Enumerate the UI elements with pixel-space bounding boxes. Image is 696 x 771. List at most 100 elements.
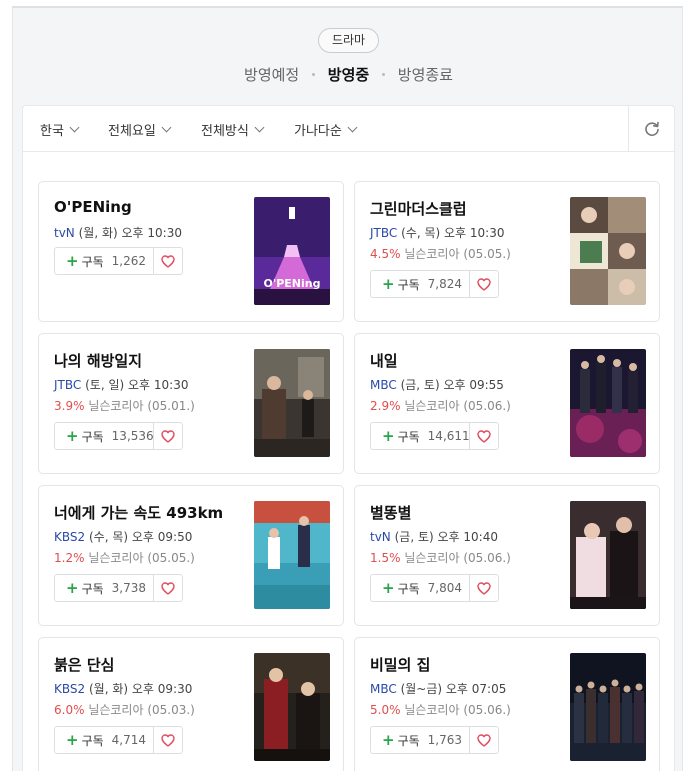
chevron-down-icon bbox=[69, 122, 80, 133]
drama-card[interactable]: 너에게 가는 속도 493km KBS2 (수, 목) 오후 09:50 1.2% … bbox=[38, 485, 344, 626]
subscribe-button[interactable]: + 구독 3,738 bbox=[55, 575, 154, 601]
subscriber-count: 1,763 bbox=[427, 733, 463, 747]
drama-schedule-widget: 드라마 방영예정 방영중 방영종료 한국 전체요일 전체방식 가나다순 O'PE… bbox=[12, 6, 683, 771]
drama-poster[interactable] bbox=[254, 501, 330, 609]
drama-title[interactable]: 별똥별 bbox=[370, 502, 411, 523]
broadcast-schedule: MBC (금, 토) 오후 09:55 bbox=[370, 376, 504, 393]
like-button[interactable] bbox=[470, 727, 498, 753]
subscribe-button[interactable]: + 구독 7,804 bbox=[371, 575, 470, 601]
subscribe-group: + 구독 7,824 bbox=[370, 270, 499, 298]
drama-card[interactable]: 비밀의 집 MBC (월~금) 오후 07:05 5.0% 닐슨코리아 (05.06… bbox=[354, 637, 660, 771]
heart-icon bbox=[477, 429, 491, 443]
drama-poster[interactable] bbox=[570, 197, 646, 305]
channel-name: MBC bbox=[370, 378, 397, 392]
viewer-rating: 5.0% 닐슨코리아 (05.06.) bbox=[370, 701, 511, 718]
subscribe-button[interactable]: + 구독 1,262 bbox=[55, 248, 154, 274]
like-button[interactable] bbox=[154, 727, 182, 753]
drama-poster[interactable]: O'PENing bbox=[254, 197, 330, 305]
drama-poster[interactable] bbox=[570, 653, 646, 761]
air-time: (토, 일) 오후 10:30 bbox=[81, 378, 189, 392]
subscribe-group: + 구독 14,611 bbox=[370, 422, 499, 450]
viewer-rating: 1.2% 닐슨코리아 (05.05.) bbox=[54, 549, 195, 566]
drama-poster[interactable] bbox=[570, 349, 646, 457]
like-button[interactable] bbox=[470, 423, 498, 449]
viewer-rating: 4.5% 닐슨코리아 (05.05.) bbox=[370, 245, 511, 262]
drama-title[interactable]: 비밀의 집 bbox=[370, 654, 430, 675]
channel-name: JTBC bbox=[54, 378, 82, 392]
subscriber-count: 7,804 bbox=[427, 581, 463, 595]
channel-name: KBS2 bbox=[54, 682, 86, 696]
drama-poster[interactable] bbox=[570, 501, 646, 609]
subscribe-button[interactable]: + 구독 4,714 bbox=[55, 727, 154, 753]
country-filter[interactable]: 한국 bbox=[40, 120, 80, 139]
rating-percent: 5.0% bbox=[370, 703, 401, 717]
like-button[interactable] bbox=[470, 271, 498, 297]
like-button[interactable] bbox=[154, 248, 182, 274]
svg-text:O'PENing: O'PENing bbox=[264, 277, 321, 290]
drama-card[interactable]: 별똥별 tvN (금, 토) 오후 10:40 1.5% 닐슨코리아 (05.06.… bbox=[354, 485, 660, 626]
day-filter[interactable]: 전체요일 bbox=[108, 120, 172, 139]
heart-icon bbox=[161, 254, 175, 268]
tab-airing[interactable]: 방영중 bbox=[328, 64, 369, 85]
rating-source: 닐슨코리아 (05.01.) bbox=[84, 399, 195, 413]
drama-card[interactable]: O'PENing tvN (월, 화) 오후 10:30 + 구독 1,262 O'PEN… bbox=[38, 181, 344, 322]
rating-source: 닐슨코리아 (05.03.) bbox=[84, 703, 195, 717]
country-filter-label: 한국 bbox=[40, 124, 64, 139]
subscribe-group: + 구독 1,763 bbox=[370, 726, 499, 754]
tab-separator bbox=[381, 73, 385, 76]
drama-list-panel: 한국 전체요일 전체방식 가나다순 O'PENing tvN (월, 화) 오후… bbox=[22, 105, 675, 771]
drama-poster[interactable] bbox=[254, 349, 330, 457]
viewer-rating: 3.9% 닐슨코리아 (05.01.) bbox=[54, 397, 195, 414]
drama-title[interactable]: O'PENing bbox=[54, 198, 132, 216]
plus-icon: + bbox=[66, 426, 79, 445]
subscribe-button[interactable]: + 구독 13,536 bbox=[55, 423, 154, 449]
poster-image bbox=[254, 653, 330, 761]
drama-card[interactable]: 붉은 단심 KBS2 (월, 화) 오후 09:30 6.0% 닐슨코리아 (05.… bbox=[38, 637, 344, 771]
air-time: (월, 화) 오후 09:30 bbox=[85, 682, 193, 696]
subscriber-count: 7,824 bbox=[427, 277, 463, 291]
subscribe-button[interactable]: + 구독 14,611 bbox=[371, 423, 470, 449]
heart-icon bbox=[477, 733, 491, 747]
subscriber-count: 4,714 bbox=[111, 733, 147, 747]
air-time: (수, 목) 오후 10:30 bbox=[397, 226, 505, 240]
broadcast-schedule: JTBC (수, 목) 오후 10:30 bbox=[370, 224, 504, 241]
channel-name: KBS2 bbox=[54, 530, 86, 544]
chevron-down-icon bbox=[347, 122, 358, 133]
plus-icon: + bbox=[382, 426, 395, 445]
day-filter-label: 전체요일 bbox=[108, 124, 156, 139]
rating-source: 닐슨코리아 (05.05.) bbox=[400, 247, 511, 261]
drama-title[interactable]: 붉은 단심 bbox=[54, 654, 114, 675]
air-time: (월, 화) 오후 10:30 bbox=[74, 226, 182, 240]
rating-source: 닐슨코리아 (05.06.) bbox=[400, 703, 511, 717]
drama-card[interactable]: 내일 MBC (금, 토) 오후 09:55 2.9% 닐슨코리아 (05.06.)… bbox=[354, 333, 660, 474]
rating-percent: 4.5% bbox=[370, 247, 401, 261]
tab-upcoming[interactable]: 방영예정 bbox=[244, 64, 299, 85]
subscriber-count: 13,536 bbox=[111, 429, 154, 443]
drama-title[interactable]: 그린마더스클럽 bbox=[370, 198, 467, 219]
drama-title[interactable]: 너에게 가는 속도 493km bbox=[54, 502, 223, 523]
like-button[interactable] bbox=[154, 575, 182, 601]
subscribe-label: 구독 bbox=[397, 429, 420, 444]
subscribe-button[interactable]: + 구독 1,763 bbox=[371, 727, 470, 753]
subscriber-count: 3,738 bbox=[111, 581, 147, 595]
like-button[interactable] bbox=[154, 423, 182, 449]
viewer-rating: 2.9% 닐슨코리아 (05.06.) bbox=[370, 397, 511, 414]
refresh-button[interactable] bbox=[628, 106, 674, 152]
drama-title[interactable]: 나의 해방일지 bbox=[54, 350, 142, 371]
like-button[interactable] bbox=[470, 575, 498, 601]
subscribe-label: 구독 bbox=[81, 581, 104, 596]
subscribe-button[interactable]: + 구독 7,824 bbox=[371, 271, 470, 297]
drama-card[interactable]: 나의 해방일지 JTBC (토, 일) 오후 10:30 3.9% 닐슨코리아 (0… bbox=[38, 333, 344, 474]
method-filter[interactable]: 전체방식 bbox=[201, 120, 265, 139]
tab-separator bbox=[312, 73, 316, 76]
plus-icon: + bbox=[66, 578, 79, 597]
tab-ended[interactable]: 방영종료 bbox=[398, 64, 453, 85]
drama-poster[interactable] bbox=[254, 653, 330, 761]
sort-filter[interactable]: 가나다순 bbox=[294, 120, 358, 139]
drama-card[interactable]: 그린마더스클럽 JTBC (수, 목) 오후 10:30 4.5% 닐슨코리아 (0… bbox=[354, 181, 660, 322]
channel-name: MBC bbox=[370, 682, 397, 696]
drama-title[interactable]: 내일 bbox=[370, 350, 398, 371]
rating-percent: 2.9% bbox=[370, 399, 401, 413]
category-badge[interactable]: 드라마 bbox=[318, 28, 379, 53]
status-tabs: 방영예정 방영중 방영종료 bbox=[13, 64, 684, 85]
